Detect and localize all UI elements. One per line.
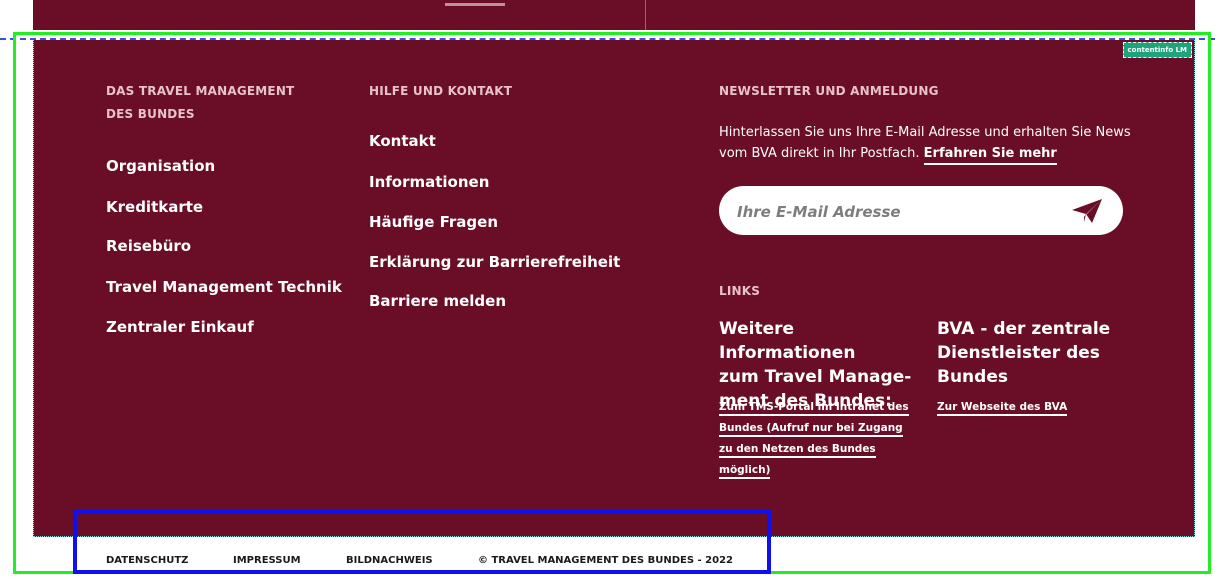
learn-more-link[interactable]: Erfahren Sie mehr — [923, 146, 1057, 165]
tms-portal-link[interactable]: möglich) — [719, 464, 771, 479]
top-section-bar — [33, 0, 1195, 30]
footer-link-barrierefreiheit[interactable]: Erklärung zur Barrierefreiheit — [369, 253, 620, 271]
tms-portal-link[interactable]: zu den Netzen des Bundes — [719, 443, 876, 458]
email-input[interactable] — [735, 196, 1059, 227]
bva-website-link[interactable]: Zur Webseite des BVA — [937, 401, 1068, 416]
datenschutz-link[interactable]: DATENSCHUTZ — [106, 555, 188, 566]
list-item: zu den Netzen des Bundes — [719, 439, 909, 460]
newsletter-form — [719, 186, 1123, 235]
contentinfo-badge: contentinfo LM — [1122, 42, 1192, 58]
newsletter-description: Hinterlassen Sie uns Ihre E-Mail Adresse… — [719, 122, 1139, 165]
list-item: Zur Webseite des BVA — [937, 397, 1068, 418]
footer-link-barriere-melden[interactable]: Barriere melden — [369, 292, 506, 310]
top-text-fragment — [445, 3, 505, 6]
links-group2-title-line: BVA - der zentrale — [937, 319, 1111, 339]
footer-link-reisebuero[interactable]: Reisebüro — [106, 237, 191, 255]
footer-link-informationen[interactable]: Informationen — [369, 173, 489, 191]
col2-heading: HILFE UND KONTAKT — [369, 84, 513, 98]
footer-link-tm-technik[interactable]: Travel Management Technik — [106, 278, 342, 296]
links-group2-title-line: Bundes — [937, 367, 1008, 387]
paper-plane-icon[interactable] — [1071, 198, 1103, 224]
links-group2-list: Zur Webseite des BVA — [937, 397, 1068, 418]
tms-portal-link[interactable]: Zum TMS-Portal im Intranet des — [719, 401, 909, 416]
newsletter-heading: NEWSLETTER UND ANMELDUNG — [719, 84, 939, 98]
footer-link-haeufige-fragen[interactable]: Häufige Fragen — [369, 213, 498, 231]
footer-link-zentraler-einkauf[interactable]: Zentraler Einkauf — [106, 318, 254, 336]
list-item: Zum TMS-Portal im Intranet des — [719, 397, 909, 418]
list-item: möglich) — [719, 460, 909, 481]
copyright-text: © TRAVEL MANAGEMENT DES BUNDES - 2022 — [478, 555, 733, 566]
footer-link-kontakt[interactable]: Kontakt — [369, 132, 436, 150]
site-footer: contentinfo LM DAS TRAVEL MANAGEMENT DES… — [33, 40, 1195, 537]
list-item: Bundes (Aufruf nur bei Zugang — [719, 418, 909, 439]
footer-link-organisation[interactable]: Organisation — [106, 157, 215, 175]
links-group1-list: Zum TMS-Portal im Intranet des Bundes (A… — [719, 397, 909, 481]
tms-portal-link[interactable]: Bundes (Aufruf nur bei Zugang — [719, 422, 903, 437]
bildnachweis-link[interactable]: BILDNACHWEIS — [346, 555, 433, 566]
links-heading: LINKS — [719, 284, 761, 298]
links-group1-title-line: zum Travel Manage- — [719, 367, 912, 387]
links-group2-title-line: Dienstleister des — [937, 343, 1100, 363]
impressum-link[interactable]: IMPRESSUM — [233, 555, 301, 566]
links-group1-title-line: Weitere Informationen — [719, 319, 856, 363]
links-group2-title: BVA - der zentrale Dienstleister des Bun… — [937, 317, 1137, 389]
top-divider — [645, 0, 646, 30]
col1-heading: DAS TRAVEL MANAGEMENT DES BUNDES — [106, 84, 295, 121]
footer-link-kreditkarte[interactable]: Kreditkarte — [106, 198, 203, 216]
